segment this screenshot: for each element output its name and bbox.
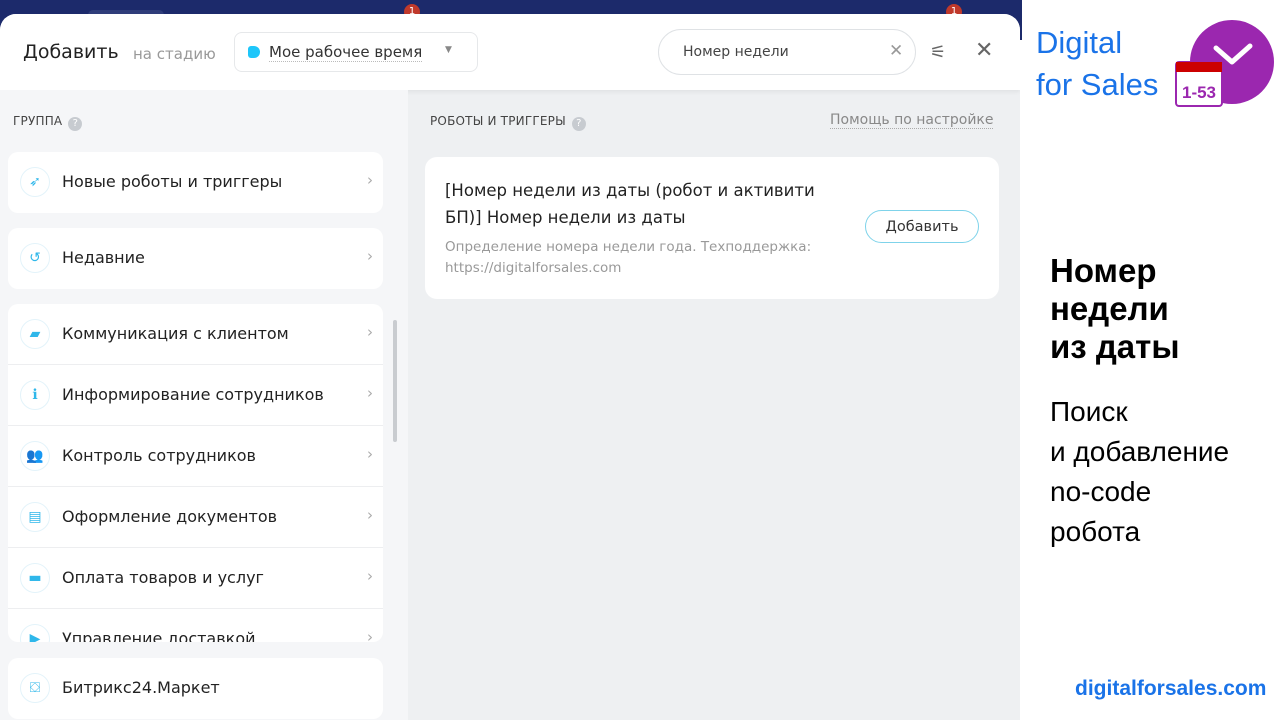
chevron-right-icon: › bbox=[367, 567, 373, 585]
brand-line: Digital bbox=[1036, 25, 1123, 60]
scrollbar[interactable] bbox=[393, 320, 397, 442]
headline-line: из даты bbox=[1050, 328, 1180, 365]
truck-icon: ▶ bbox=[20, 624, 50, 642]
website-link[interactable]: digitalforsales.com bbox=[1075, 677, 1266, 701]
chevron-right-icon: › bbox=[367, 445, 373, 463]
robot-card: [Номер недели из даты (робот и активити … bbox=[425, 157, 999, 299]
clear-search-icon[interactable]: ✕ bbox=[889, 41, 903, 61]
users-icon: 👥 bbox=[20, 441, 50, 471]
headline-line: недели bbox=[1050, 290, 1169, 327]
modal-title: Добавить bbox=[23, 41, 119, 63]
stage-selector[interactable]: Мое рабочее время ▼ bbox=[234, 32, 478, 72]
sidebar-item-documents[interactable]: ▤ Оформление документов › bbox=[8, 487, 383, 548]
caret-down-icon: ▼ bbox=[445, 45, 452, 55]
groups-card: ▰ Коммуникация с клиентом › ℹ Информировани… bbox=[8, 304, 383, 642]
rocket-icon: ➶ bbox=[20, 167, 50, 197]
sidebar-item-new-robots[interactable]: ➶ Новые роботы и триггеры › bbox=[8, 152, 383, 213]
help-icon[interactable]: ? bbox=[68, 117, 83, 131]
item-label: Коммуникация с клиентом bbox=[62, 324, 289, 343]
filter-icon[interactable]: ⚟ bbox=[930, 42, 946, 63]
sidebar-item-market[interactable]: ⛋ Битрикс24.Маркет bbox=[8, 658, 383, 719]
market-card: ⛋ Битрикс24.Маркет bbox=[8, 658, 383, 719]
item-label: Недавние bbox=[62, 248, 145, 267]
chevron-right-icon: › bbox=[367, 171, 373, 189]
wallet-icon: ▬ bbox=[20, 563, 50, 593]
sidebar-item-payment[interactable]: ▬ Оплата товаров и услуг › bbox=[8, 548, 383, 609]
subline-line: Поиск bbox=[1050, 396, 1128, 427]
sidebar-item-control[interactable]: 👥 Контроль сотрудников › bbox=[8, 426, 383, 487]
recent-card: ↺ Недавние › bbox=[8, 228, 383, 289]
subline-line: no-code bbox=[1050, 476, 1152, 507]
robots-label-text: РОБОТЫ И ТРИГГЕРЫ bbox=[430, 114, 566, 128]
chevron-right-icon: › bbox=[367, 628, 373, 642]
promo-headline: Номер недели из даты bbox=[1050, 252, 1180, 366]
setup-help-link[interactable]: Помощь по настройке bbox=[830, 112, 994, 129]
subline-line: робота bbox=[1050, 516, 1141, 547]
clock-calendar-logo: 1-53 bbox=[1175, 20, 1274, 107]
close-icon[interactable]: ✕ bbox=[975, 38, 993, 63]
chevron-right-icon: › bbox=[367, 323, 373, 341]
robot-title: [Номер недели из даты (робот и активити … bbox=[445, 181, 815, 227]
search-box: ✕ bbox=[658, 29, 916, 75]
help-icon[interactable]: ? bbox=[571, 117, 586, 131]
stage-name: Мое рабочее время bbox=[269, 43, 423, 62]
promo-subline: Поиск и добавление no-code робота bbox=[1050, 392, 1229, 552]
headline-line: Номер bbox=[1050, 252, 1157, 289]
group-label-text: ГРУППА bbox=[13, 114, 63, 128]
chevron-right-icon: › bbox=[367, 247, 373, 265]
subline-line: и добавление bbox=[1050, 436, 1230, 467]
chat-icon: ▰ bbox=[20, 319, 50, 349]
item-label: Новые роботы и триггеры bbox=[62, 172, 283, 191]
chevron-right-icon: › bbox=[367, 506, 373, 524]
sidebar-item-informing[interactable]: ℹ Информирование сотрудников › bbox=[8, 365, 383, 426]
brand-line: for Sales bbox=[1036, 67, 1159, 102]
brand-name: Digital for Sales bbox=[1036, 22, 1158, 106]
new-robots-card: ➶ Новые роботы и триггеры › bbox=[8, 152, 383, 213]
sidebar-item-recent[interactable]: ↺ Недавние › bbox=[8, 228, 383, 289]
item-label: Управление доставкой bbox=[62, 629, 256, 642]
promo-panel: Digital for Sales 1-53 Номер недели из да… bbox=[1022, 0, 1280, 720]
stage-color-icon bbox=[248, 46, 260, 58]
sidebar-item-communication[interactable]: ▰ Коммуникация с клиентом › bbox=[8, 304, 383, 365]
add-robot-modal: Добавить на стадию Мое рабочее время ▼ ✕… bbox=[0, 14, 1020, 720]
item-label: Контроль сотрудников bbox=[62, 446, 256, 465]
item-label: Оформление документов bbox=[62, 507, 278, 526]
group-section-label: ГРУППА? bbox=[13, 114, 83, 131]
info-icon: ℹ bbox=[20, 380, 50, 410]
history-icon: ↺ bbox=[20, 243, 50, 273]
modal-header: Добавить на стадию Мое рабочее время ▼ ✕… bbox=[0, 14, 1020, 90]
document-icon: ▤ bbox=[20, 502, 50, 532]
item-label: Оплата товаров и услуг bbox=[62, 568, 264, 587]
item-label: Битрикс24.Маркет bbox=[62, 678, 220, 697]
search-input[interactable] bbox=[683, 44, 873, 60]
robots-section-label: РОБОТЫ И ТРИГГЕРЫ? bbox=[430, 114, 586, 131]
chevron-right-icon: › bbox=[367, 384, 373, 402]
logo-text: 1-53 bbox=[1182, 83, 1216, 102]
item-label: Информирование сотрудников bbox=[62, 385, 324, 404]
robot-description: Определение номера недели года. Техподде… bbox=[445, 239, 812, 276]
stage-prefix: на стадию bbox=[133, 45, 216, 63]
market-icon: ⛋ bbox=[20, 673, 50, 703]
add-robot-button[interactable]: Добавить bbox=[865, 210, 979, 243]
sidebar-item-delivery[interactable]: ▶ Управление доставкой › bbox=[8, 609, 383, 642]
group-panel: ГРУППА? ➶ Новые роботы и триггеры › ↺ Недав… bbox=[0, 90, 408, 720]
